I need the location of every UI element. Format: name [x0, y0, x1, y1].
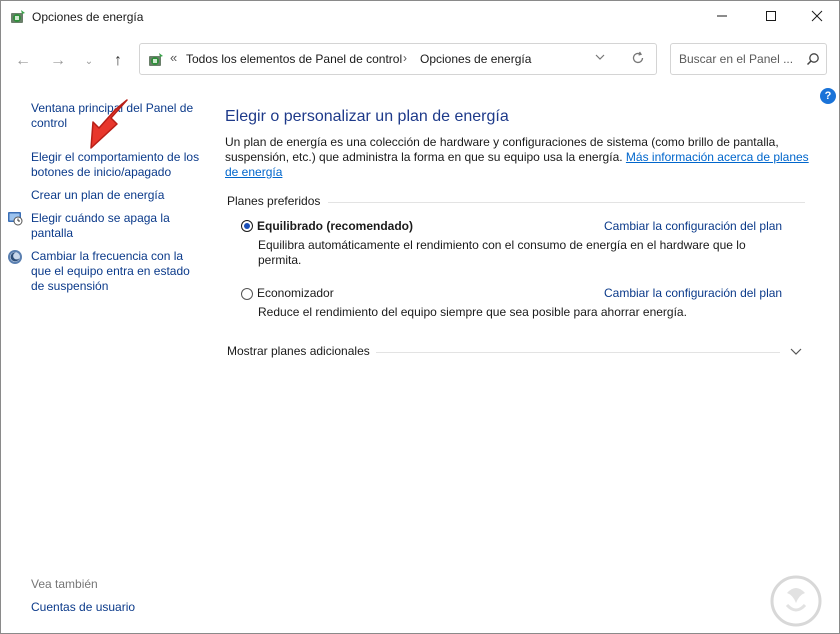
forward-arrow-icon: →: [50, 52, 66, 69]
maximize-button[interactable]: [748, 1, 794, 31]
intro-text: Un plan de energía es una colección de h…: [225, 135, 810, 180]
plan-balanced-description: Equilibra automáticamente el rendimiento…: [258, 238, 746, 267]
plan-balanced-settings-link[interactable]: Cambiar la configuración del plan: [604, 219, 782, 233]
back-arrow-icon: ←: [15, 52, 31, 69]
section-heading: Planes preferidos: [227, 194, 329, 208]
close-icon: [811, 10, 823, 22]
title-bar: Opciones de energía: [1, 1, 839, 33]
plan-balanced-radio[interactable]: [241, 220, 253, 232]
breadcrumb-power-options[interactable]: Opciones de energía: [420, 52, 531, 66]
power-options-icon: [11, 10, 25, 23]
power-options-icon: [149, 53, 163, 66]
overflow-chevron-icon[interactable]: «: [170, 50, 177, 65]
sleep-moon-icon: [8, 250, 22, 264]
preferred-plans-section: Planes preferidos: [227, 194, 805, 210]
up-button[interactable]: ↑: [107, 51, 129, 71]
navigation-bar: ← → ⌄ ↑ « Todos los elementos de Panel d…: [1, 33, 839, 87]
sidebar-item-user-accounts[interactable]: Cuentas de usuario: [31, 600, 135, 614]
search-box[interactable]: Buscar en el Panel ...: [670, 43, 827, 75]
minimize-button[interactable]: [699, 1, 745, 31]
sidebar-item-sleep[interactable]: Cambiar la frecuencia con la que el equi…: [31, 249, 201, 294]
sidebar-item-power-buttons[interactable]: Elegir el comportamiento de los botones …: [31, 150, 201, 180]
sidebar-item-display-off[interactable]: Elegir cuándo se apaga la pantalla: [31, 211, 201, 241]
minimize-icon: [717, 15, 727, 17]
plan-saver-description: Reduce el rendimiento del equipo siempre…: [258, 305, 687, 319]
search-icon[interactable]: [806, 52, 820, 66]
plan-saver-radio[interactable]: [241, 288, 253, 300]
additional-plans-expander[interactable]: Mostrar planes adicionales: [227, 344, 805, 360]
display-timer-icon: [8, 212, 23, 226]
plan-saver-settings-link[interactable]: Cambiar la configuración del plan: [604, 286, 782, 300]
up-arrow-icon: ↑: [114, 52, 122, 69]
plan-balanced-name[interactable]: Equilibrado (recomendado): [257, 219, 413, 233]
recent-locations-button[interactable]: ⌄: [78, 51, 100, 71]
address-bar[interactable]: « Todos los elementos de Panel de contro…: [139, 43, 657, 75]
chevron-down-icon: ⌄: [84, 55, 94, 67]
window-title: Opciones de energía: [32, 10, 144, 24]
help-icon: ?: [824, 90, 832, 102]
chevron-down-icon[interactable]: [789, 344, 803, 358]
forward-button[interactable]: →: [47, 51, 69, 71]
close-button[interactable]: [794, 1, 839, 31]
back-button[interactable]: ←: [12, 51, 34, 71]
search-placeholder[interactable]: Buscar en el Panel ...: [679, 52, 793, 66]
help-button[interactable]: ?: [820, 88, 836, 104]
window: Opciones de energía ← → ⌄ ↑ « Todos los …: [0, 0, 840, 634]
sidebar-item-create-plan[interactable]: Crear un plan de energía: [31, 188, 201, 203]
page-title: Elegir o personalizar un plan de energía: [225, 108, 509, 125]
breadcrumb-separator-icon[interactable]: ›: [403, 51, 407, 65]
maximize-icon: [766, 11, 776, 21]
breadcrumb-control-panel[interactable]: Todos los elementos de Panel de control: [186, 52, 402, 66]
address-dropdown-icon[interactable]: [595, 52, 605, 62]
refresh-icon[interactable]: [630, 50, 646, 66]
see-also-heading: Vea también: [31, 577, 98, 591]
red-pointer-arrow-icon: [90, 99, 128, 149]
additional-plans-label[interactable]: Mostrar planes adicionales: [227, 344, 376, 358]
plan-saver-name[interactable]: Economizador: [257, 286, 334, 300]
watermark-logo-icon: [770, 575, 822, 627]
